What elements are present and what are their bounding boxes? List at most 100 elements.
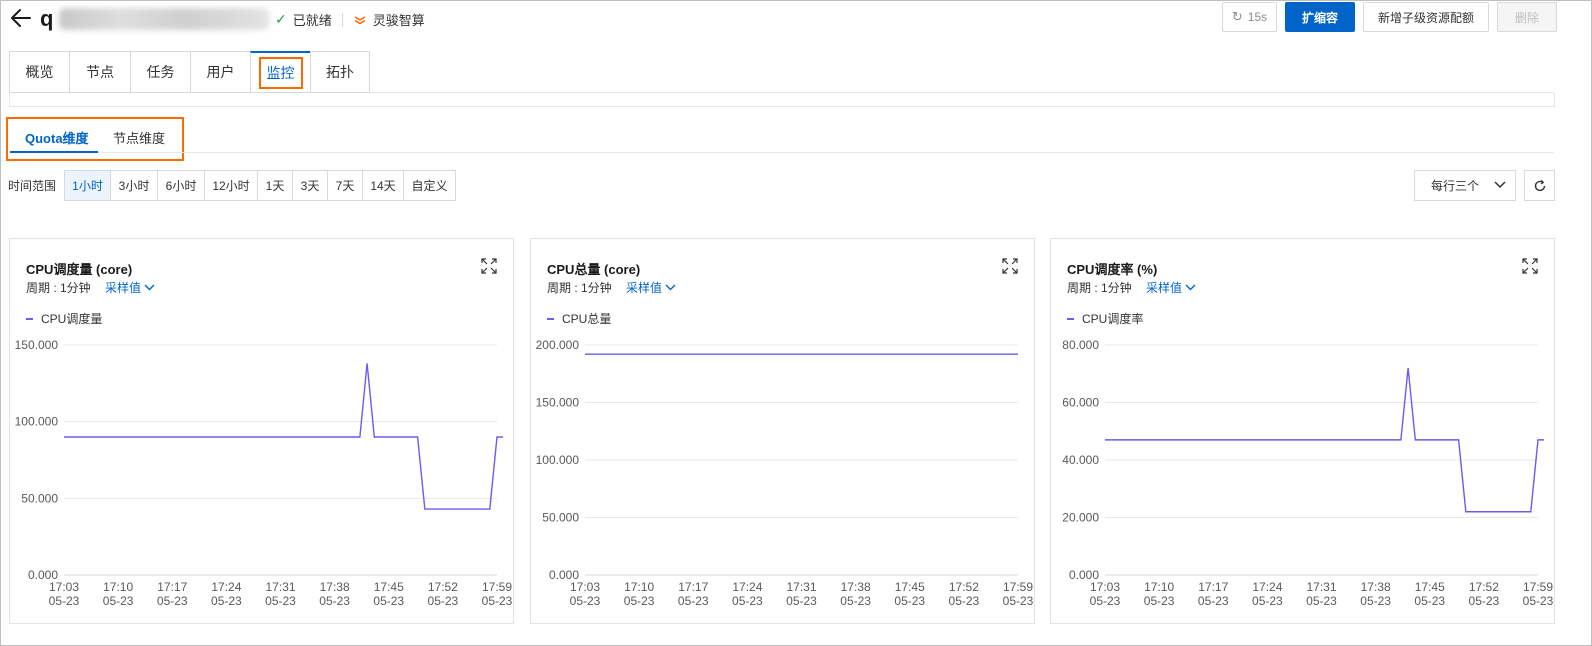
range-custom[interactable]: 自定义 <box>404 171 455 200</box>
x-tick-time: 17:38 <box>841 580 871 594</box>
tab-users[interactable]: 用户 <box>190 51 250 93</box>
page-title-text: q <box>40 6 54 31</box>
y-tick-label: 60.000 <box>1062 396 1099 410</box>
reload-icon <box>1534 179 1545 191</box>
x-tick-date: 05-23 <box>1469 594 1500 608</box>
chevron-down-icon <box>144 284 155 291</box>
x-tick-time: 17:17 <box>678 580 708 594</box>
series-line <box>1105 367 1544 513</box>
x-tick-time: 17:03 <box>49 580 79 594</box>
y-tick-label: 40.000 <box>1062 453 1099 467</box>
tab-jobs[interactable]: 任务 <box>130 51 190 93</box>
x-tick-date: 05-23 <box>482 594 513 608</box>
sample-dropdown[interactable]: 采样值 <box>1146 279 1196 296</box>
fullscreen-icon[interactable] <box>1522 258 1538 274</box>
reload-button[interactable] <box>1524 170 1555 201</box>
range-6h[interactable]: 6小时 <box>158 171 205 200</box>
subtab-active-indicator <box>10 151 98 153</box>
chart-card-cpu-total: CPU总量 (core) 周期 : 1分钟 采样值 CPU总量 200.000 150.0… <box>530 238 1035 624</box>
brand-text: 灵骏智算 <box>372 13 425 28</box>
x-tick-date: 05-23 <box>1414 594 1445 608</box>
delete-button[interactable]: 删除 <box>1497 2 1557 32</box>
sample-label: 采样值 <box>626 281 663 295</box>
tab-overview[interactable]: 概览 <box>9 51 69 93</box>
subtab-quota[interactable]: Quota维度 <box>25 128 89 147</box>
x-tick-time: 17:24 <box>732 580 762 594</box>
x-tick-time: 17:31 <box>1306 580 1336 594</box>
range-1h[interactable]: 1小时 <box>65 171 111 200</box>
x-tick-date: 05-23 <box>894 594 925 608</box>
chart-period: 周期 : 1分钟 <box>547 281 612 295</box>
add-sub-quota-button[interactable]: 新增子级资源配额 <box>1363 2 1489 32</box>
layout-select-value: 每行三个 <box>1431 179 1480 193</box>
x-tick-time: 17:45 <box>1415 580 1445 594</box>
status-text: 已就绪 <box>292 13 332 28</box>
chart-legend[interactable]: CPU调度率 <box>1067 310 1143 327</box>
x-tick-time: 17:10 <box>624 580 654 594</box>
chevron-down-icon <box>1185 284 1196 291</box>
legend-label: CPU总量 <box>562 312 612 326</box>
chart-period: 周期 : 1分钟 <box>26 281 91 295</box>
x-tick-date: 05-23 <box>211 594 242 608</box>
y-tick-label: 150.000 <box>536 396 580 410</box>
x-tick-date: 05-23 <box>1360 594 1391 608</box>
range-14d[interactable]: 14天 <box>363 171 404 200</box>
check-icon: ✓ <box>275 11 287 27</box>
scale-button[interactable]: 扩缩容 <box>1285 2 1355 32</box>
range-7d[interactable]: 7天 <box>328 171 363 200</box>
x-tick-date: 05-23 <box>428 594 459 608</box>
y-tick-label: 100.000 <box>536 453 580 467</box>
x-tick-time: 17:52 <box>428 580 458 594</box>
x-tick-date: 05-23 <box>949 594 980 608</box>
tab-nodes[interactable]: 节点 <box>69 51 130 93</box>
line-chart: 200.000150.000100.00050.0000.00017:0305-… <box>536 338 1034 608</box>
chart-legend[interactable]: CPU调度量 <box>26 310 102 327</box>
x-tick-time: 17:59 <box>1523 580 1553 594</box>
range-12h[interactable]: 12小时 <box>205 171 258 200</box>
fullscreen-icon[interactable] <box>481 258 497 274</box>
x-tick-time: 17:31 <box>786 580 816 594</box>
chart-title: CPU调度量 (core) <box>26 262 133 277</box>
x-tick-time: 17:52 <box>1469 580 1499 594</box>
x-tick-date: 05-23 <box>624 594 655 608</box>
x-tick-date: 05-23 <box>678 594 709 608</box>
sample-label: 采样值 <box>1146 281 1183 295</box>
x-tick-date: 05-23 <box>49 594 80 608</box>
x-tick-time: 17:38 <box>320 580 350 594</box>
chevron-down-icon <box>1494 181 1506 189</box>
refresh-interval: 15s <box>1247 10 1268 24</box>
x-tick-date: 05-23 <box>570 594 601 608</box>
auto-refresh-button[interactable]: ↻ 15s <box>1222 2 1277 32</box>
range-3h[interactable]: 3小时 <box>111 171 158 200</box>
subtab-node[interactable]: 节点维度 <box>113 128 165 147</box>
x-tick-date: 05-23 <box>1306 594 1337 608</box>
layout-select[interactable]: 每行三个 <box>1414 170 1516 201</box>
x-tick-date: 05-23 <box>1252 594 1283 608</box>
back-arrow-icon[interactable] <box>8 5 34 31</box>
range-1d[interactable]: 1天 <box>258 171 293 200</box>
sample-label: 采样值 <box>105 281 142 295</box>
x-tick-date: 05-23 <box>157 594 188 608</box>
brand-logo-icon <box>354 15 366 24</box>
tab-monitoring-label: 监控 <box>258 56 303 89</box>
x-tick-date: 05-23 <box>1090 594 1121 608</box>
legend-label: CPU调度率 <box>1082 312 1144 326</box>
chart-period: 周期 : 1分钟 <box>1067 281 1132 295</box>
x-tick-time: 17:45 <box>895 580 925 594</box>
x-tick-date: 05-23 <box>265 594 296 608</box>
fullscreen-icon[interactable] <box>1002 258 1018 274</box>
tab-topology[interactable]: 拓扑 <box>310 51 370 93</box>
time-range-label: 时间范围 <box>8 179 57 193</box>
sample-dropdown[interactable]: 采样值 <box>626 279 676 296</box>
chart-legend[interactable]: CPU总量 <box>547 310 611 327</box>
x-tick-date: 05-23 <box>1523 594 1554 608</box>
subtab-divider <box>98 152 1554 153</box>
x-tick-time: 17:10 <box>1144 580 1174 594</box>
sample-dropdown[interactable]: 采样值 <box>105 279 155 296</box>
tab-monitoring[interactable]: 监控 <box>250 51 310 93</box>
legend-label: CPU调度量 <box>41 312 103 326</box>
y-tick-label: 200.000 <box>536 338 580 352</box>
redacted-title <box>59 8 270 30</box>
range-3d[interactable]: 3天 <box>293 171 328 200</box>
status-bar: ✓ 已就绪 灵骏智算 <box>275 10 425 29</box>
